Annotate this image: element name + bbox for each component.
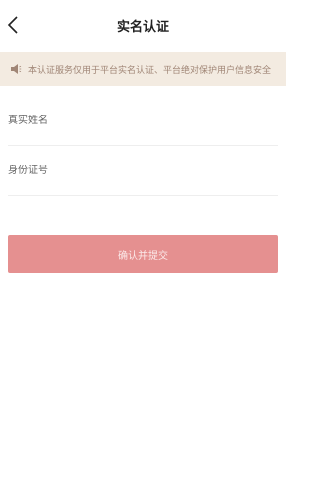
notice-banner: 本认证服务仅用于平台实名认证、平台绝对保护用户信息安全 [0, 52, 286, 86]
id-number-input[interactable] [8, 165, 278, 176]
submit-button[interactable]: 确认并提交 [8, 235, 278, 273]
id-row [8, 146, 278, 196]
real-name-input[interactable] [8, 115, 278, 126]
back-button[interactable] [2, 14, 24, 36]
page-title: 实名认证 [116, 19, 169, 35]
name-row [8, 96, 278, 146]
speaker-icon [11, 64, 22, 74]
real-name-verification-page: 实名认证 本认证服务仅用于平台实名认证、平台绝对保护用户信息安全 确认并提交 [0, 0, 286, 500]
chevron-left-icon [7, 16, 18, 34]
notice-text: 本认证服务仅用于平台实名认证、平台绝对保护用户信息安全 [28, 65, 272, 76]
header: 实名认证 [0, 0, 286, 50]
submit-button-label: 确认并提交 [118, 250, 168, 262]
verification-form [0, 96, 286, 196]
